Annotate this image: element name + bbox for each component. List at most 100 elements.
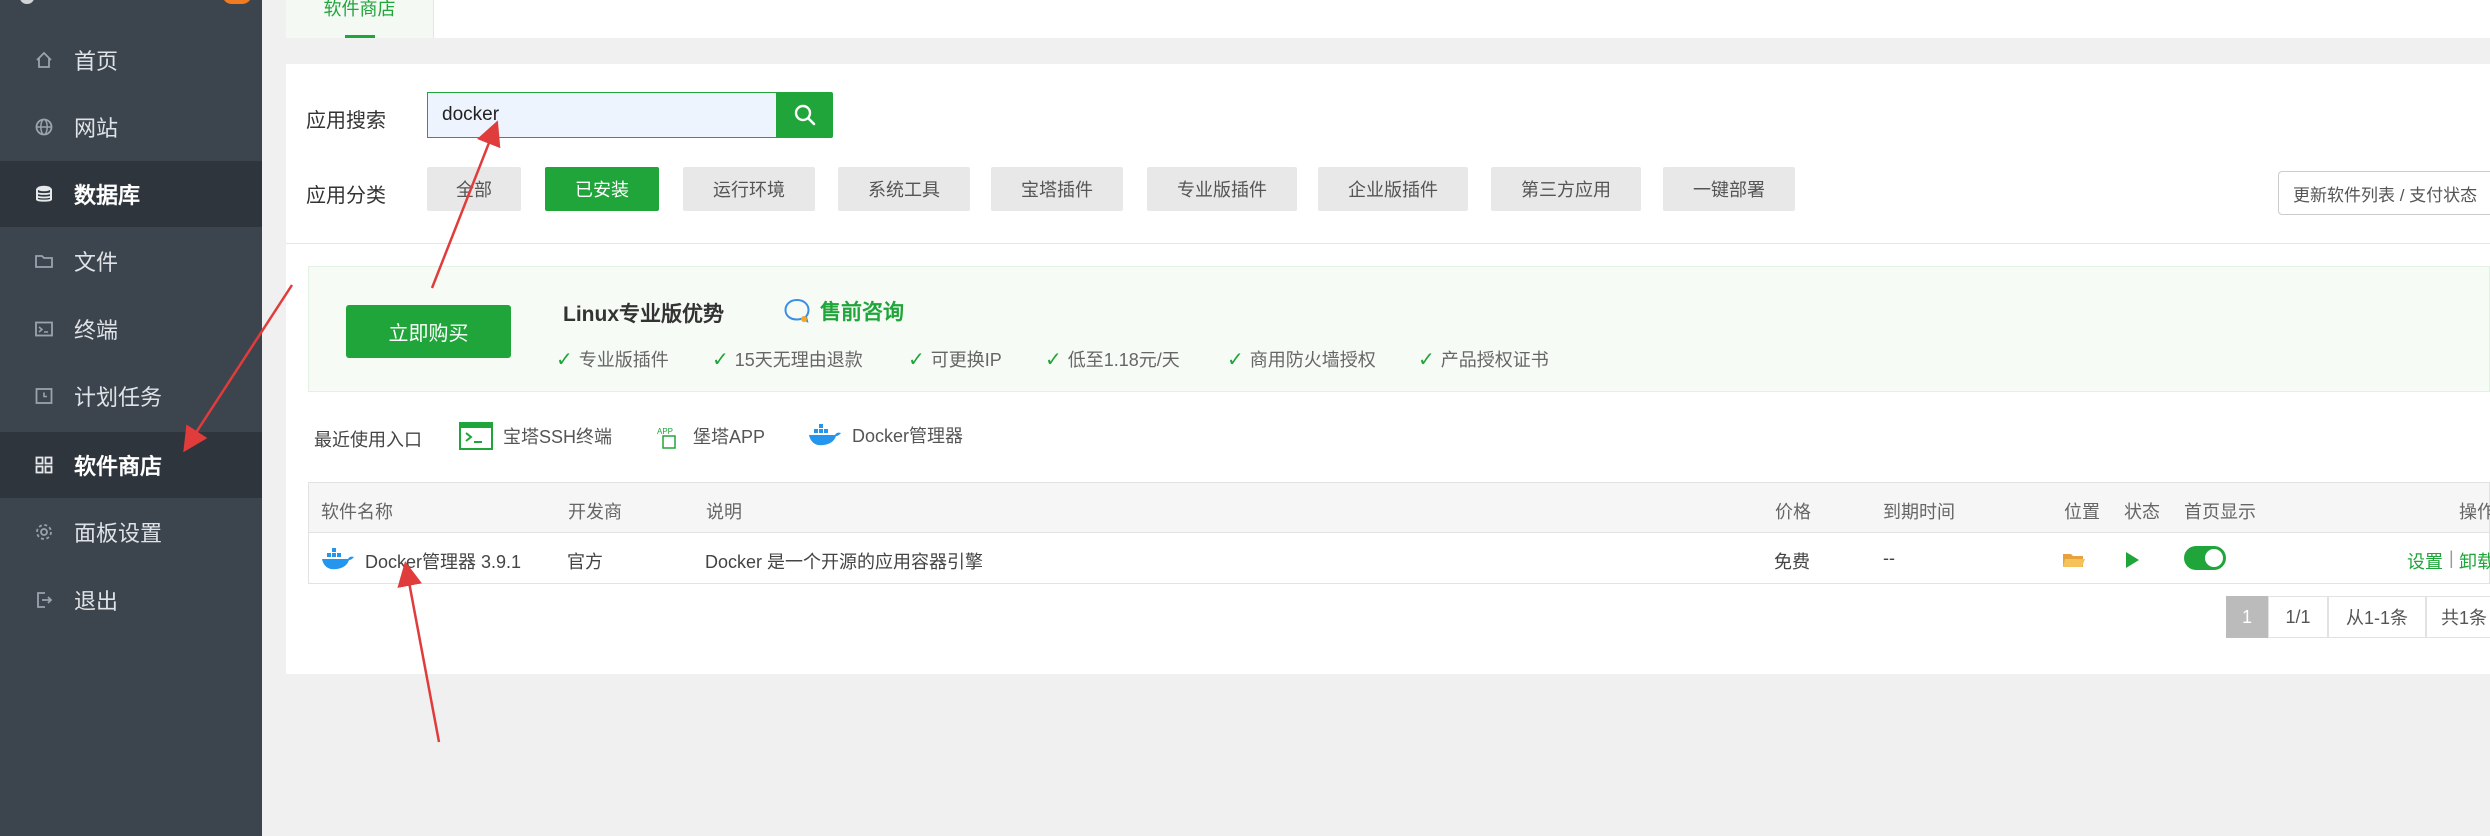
col-name: 软件名称 — [321, 502, 393, 522]
folder-icon — [34, 251, 54, 271]
page-current[interactable]: 1 — [2226, 596, 2268, 638]
search-label: 应用搜索 — [306, 110, 386, 132]
sidebar-item-terminal[interactable]: 终端 — [0, 296, 262, 362]
presale-consult-link[interactable]: 售前咨询 — [782, 296, 904, 326]
tab-underline — [345, 35, 375, 38]
recent-entries-label: 最近使用入口 — [314, 430, 422, 450]
sidebar-item-logout[interactable]: 退出 — [0, 567, 262, 633]
gear-icon — [34, 522, 54, 542]
database-icon — [34, 184, 54, 204]
col-location: 位置 — [2064, 502, 2100, 522]
category-third-party[interactable]: 第三方应用 — [1491, 167, 1641, 211]
page-total: 共1条 — [2426, 596, 2490, 638]
sidebar-item-cron[interactable]: 计划任务 — [0, 363, 262, 429]
sidebar-item-label: 终端 — [74, 318, 119, 343]
docker-icon — [320, 546, 356, 577]
sidebar-item-label: 退出 — [74, 589, 119, 614]
tab-bar: 软件商店 — [286, 0, 2490, 38]
uninstall-link[interactable]: 卸载 — [2459, 548, 2490, 574]
col-status: 状态 — [2124, 502, 2160, 522]
feature-item: ✓ 可更换IP — [908, 348, 1002, 371]
sidebar-item-label: 软件商店 — [74, 454, 163, 479]
sidebar-item-panel-settings[interactable]: 面板设置 — [0, 499, 262, 565]
grid-icon — [34, 455, 54, 475]
category-pro-plugins[interactable]: 专业版插件 — [1147, 167, 1297, 211]
col-operations: 操作 — [2459, 502, 2490, 522]
check-icon: ✓ — [556, 348, 573, 371]
category-runtime[interactable]: 运行环境 — [683, 167, 815, 211]
category-system-tools[interactable]: 系统工具 — [838, 167, 970, 211]
play-icon[interactable] — [2124, 551, 2140, 574]
tab-label: 软件商店 — [323, 0, 396, 19]
feature-item: ✓ 产品授权证书 — [1418, 348, 1549, 371]
folder-icon[interactable] — [2062, 551, 2086, 574]
software-developer: 官方 — [567, 552, 603, 572]
app-icon: APP — [655, 422, 683, 450]
notification-badge — [222, 0, 252, 4]
category-label: 应用分类 — [306, 185, 386, 207]
recent-item-docker-manager[interactable]: Docker管理器 — [808, 422, 963, 448]
home-icon — [34, 50, 54, 70]
logout-icon — [34, 590, 54, 610]
sidebar-item-database[interactable]: 数据库 — [0, 161, 262, 227]
search-icon — [794, 104, 815, 126]
promo-title: Linux专业版优势 — [563, 303, 724, 326]
homepage-display-toggle[interactable] — [2184, 546, 2226, 570]
category-all[interactable]: 全部 — [427, 167, 521, 211]
sidebar-item-website[interactable]: 网站 — [0, 94, 262, 160]
software-price: 免费 — [1774, 552, 1810, 572]
docker-icon — [808, 422, 842, 448]
toggle-knob — [2205, 549, 2223, 567]
check-icon: ✓ — [908, 348, 925, 371]
feature-item: ✓ 商用防火墙授权 — [1227, 348, 1376, 371]
terminal-icon — [34, 319, 54, 339]
feature-item: ✓ 专业版插件 — [556, 348, 669, 371]
check-icon: ✓ — [1227, 348, 1244, 371]
sidebar-item-label: 计划任务 — [74, 385, 163, 410]
svg-text:APP: APP — [657, 427, 673, 436]
divider — [286, 243, 2490, 244]
search-button[interactable] — [776, 92, 833, 138]
category-one-click-deploy[interactable]: 一键部署 — [1663, 167, 1795, 211]
check-icon: ✓ — [1418, 348, 1435, 371]
sidebar-item-label: 面板设置 — [74, 521, 163, 546]
sidebar-item-home[interactable]: 首页 — [0, 27, 262, 93]
logo-icon — [20, 0, 34, 4]
category-installed[interactable]: 已安装 — [545, 167, 659, 211]
buy-now-button[interactable]: 立即购买 — [346, 305, 511, 358]
pro-promo-banner — [308, 266, 2490, 392]
check-icon: ✓ — [1045, 348, 1062, 371]
sidebar-item-app-store[interactable]: 软件商店 — [0, 432, 262, 498]
search-input[interactable] — [427, 92, 777, 138]
category-bt-plugins[interactable]: 宝塔插件 — [991, 167, 1123, 211]
software-expire: -- — [1883, 548, 1895, 568]
sidebar-item-files[interactable]: 文件 — [0, 228, 262, 294]
table-header: 软件名称 开发商 说明 价格 到期时间 位置 状态 首页显示 操作 — [309, 483, 2490, 533]
page-range: 从1-1条 — [2328, 596, 2426, 638]
sidebar: 首页 网站 数据库 文件 终端 计划任务 软件商店 面板设置 退出 — [0, 0, 262, 836]
col-expire: 到期时间 — [1883, 502, 1955, 522]
settings-link[interactable]: 设置 — [2407, 548, 2443, 574]
col-description: 说明 — [706, 502, 742, 522]
update-software-list-button[interactable]: 更新软件列表 / 支付状态 — [2278, 171, 2490, 215]
feature-item: ✓ 15天无理由退款 — [712, 348, 863, 371]
category-enterprise-plugins[interactable]: 企业版插件 — [1318, 167, 1468, 211]
recent-item-bt-app[interactable]: APP 堡塔APP — [655, 422, 765, 450]
col-homepage: 首页显示 — [2184, 502, 2256, 522]
consult-label: 售前咨询 — [820, 301, 904, 324]
software-description: Docker 是一个开源的应用容器引擎 — [705, 552, 984, 572]
sidebar-item-label: 文件 — [74, 250, 119, 275]
chat-bubble-icon — [784, 298, 810, 323]
software-table: 软件名称 开发商 说明 价格 到期时间 位置 状态 首页显示 操作 — [308, 482, 2490, 584]
col-developer: 开发商 — [568, 502, 622, 522]
ops-separator: | — [2449, 548, 2454, 568]
page-count: 1/1 — [2268, 596, 2328, 638]
tab-app-store[interactable]: 软件商店 — [286, 0, 434, 38]
sidebar-item-label: 数据库 — [74, 183, 141, 208]
terminal-icon — [459, 422, 493, 450]
clock-icon — [34, 386, 54, 406]
recent-item-ssh-terminal[interactable]: 宝塔SSH终端 — [459, 422, 612, 450]
feature-item: ✓ 低至1.18元/天 — [1045, 348, 1180, 371]
sidebar-item-label: 首页 — [74, 49, 119, 74]
software-name[interactable]: Docker管理器 3.9.1 — [365, 548, 521, 574]
